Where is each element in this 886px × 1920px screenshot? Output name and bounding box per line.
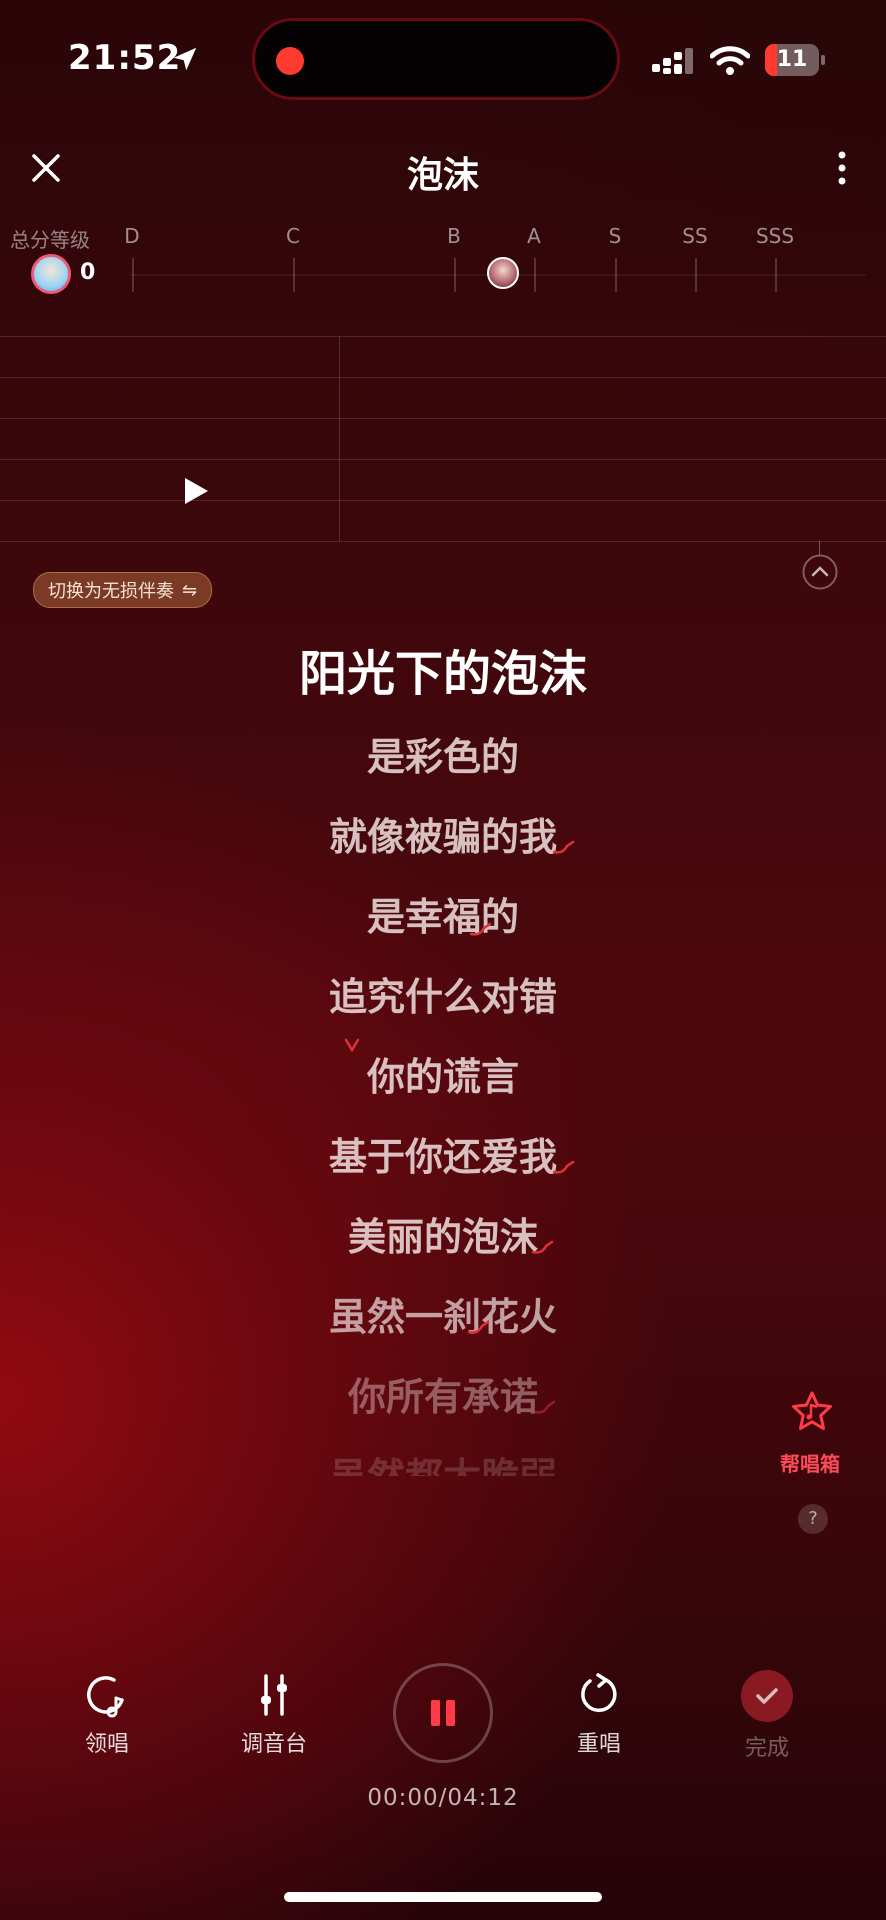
mixer-button[interactable]: 调音台 xyxy=(214,1672,334,1758)
home-indicator[interactable] xyxy=(284,1892,602,1902)
mixer-sliders-icon xyxy=(261,1674,287,1716)
mixer-label: 调音台 xyxy=(240,1732,307,1757)
pitch-staff-line xyxy=(0,500,886,501)
help-box-label[interactable]: 帮唱箱 xyxy=(780,1448,840,1477)
grade-d: D xyxy=(124,224,140,248)
restart-button[interactable]: 重唱 xyxy=(539,1672,659,1758)
grade-sss: SSS xyxy=(755,224,795,248)
done-button[interactable]: 完成 xyxy=(707,1670,827,1762)
grade-c: C xyxy=(286,224,300,248)
more-options-icon[interactable] xyxy=(836,150,848,186)
lyric-line: 基于你还爱我 xyxy=(328,1135,557,1179)
grade-b: B xyxy=(447,224,461,248)
pitch-mark-icon xyxy=(468,1320,490,1334)
cellular-signal-icon xyxy=(652,48,693,74)
collapse-up-icon[interactable] xyxy=(802,554,838,590)
done-label: 完成 xyxy=(744,1736,789,1761)
lyric-line: 美丽的泡沫 xyxy=(347,1215,538,1259)
lyric-line: 是幸福的 xyxy=(366,895,519,939)
lyric-line: 追究什么对错 xyxy=(328,975,557,1019)
user-avatar xyxy=(31,254,71,294)
grade-tick xyxy=(534,258,536,292)
recording-indicator xyxy=(276,47,304,75)
battery-indicator: 11 xyxy=(765,44,827,76)
grade-tick xyxy=(775,258,777,292)
grade-s: S xyxy=(608,224,622,248)
pause-icon xyxy=(431,1700,455,1726)
lead-vocal-button[interactable]: 领唱 xyxy=(47,1672,167,1758)
pitch-mark-icon xyxy=(470,922,492,936)
pitch-mark-icon xyxy=(532,1240,554,1254)
page-title: 泡沫 xyxy=(406,155,479,196)
grade-tick xyxy=(293,258,295,292)
pitch-staff-line xyxy=(0,377,886,378)
lyric-line: 虽然一刹花火 xyxy=(328,1295,557,1339)
pitch-mark-icon xyxy=(553,840,575,854)
status-time: 21:52 xyxy=(68,38,182,78)
chip-label: 切换为无损伴奏 xyxy=(48,581,174,602)
lyric-line: 虽然都太脆弱 xyxy=(0,1446,886,1476)
pitch-mark-icon xyxy=(344,1038,360,1052)
help-question-button[interactable]: ? xyxy=(798,1504,828,1534)
battery-level: 11 xyxy=(776,47,808,72)
grade-tick xyxy=(454,258,456,292)
lyric-line: 你的谎言 xyxy=(366,1055,519,1099)
dynamic-island xyxy=(252,18,620,100)
grade-tick xyxy=(132,258,134,292)
pause-button[interactable] xyxy=(393,1663,493,1763)
grade-ss: SS xyxy=(682,224,708,248)
lead-vocal-icon xyxy=(87,1676,124,1718)
restart-icon xyxy=(581,1673,617,1713)
location-arrow-icon xyxy=(173,47,197,71)
restart-label: 重唱 xyxy=(576,1732,621,1757)
pitch-staff-line xyxy=(0,336,886,337)
pitch-cursor-line xyxy=(339,336,340,541)
help-box-star-icon[interactable] xyxy=(790,1390,834,1434)
lyric-line: 你所有承诺 xyxy=(347,1375,538,1419)
grade-tick xyxy=(615,258,617,292)
grade-label: 总分等级 xyxy=(10,228,90,252)
pitch-staff-line xyxy=(0,459,886,460)
current-score: 0 xyxy=(80,260,96,285)
playback-timer: 00:00/04:12 xyxy=(367,1785,519,1811)
pitch-staff-line xyxy=(0,418,886,419)
lead-vocal-label: 领唱 xyxy=(84,1732,129,1757)
pitch-staff-line xyxy=(0,541,886,542)
lossless-accompaniment-toggle[interactable]: 切换为无损伴奏 ⇋ xyxy=(33,572,213,608)
lyric-line: 是彩色的 xyxy=(366,735,519,779)
play-icon[interactable] xyxy=(182,476,210,506)
rival-avatar xyxy=(487,257,519,289)
pitch-mark-icon xyxy=(534,1400,556,1414)
current-lyric-line: 阳光下的泡沫 xyxy=(298,646,587,702)
wifi-icon xyxy=(710,46,750,75)
pitch-mark-icon xyxy=(553,1160,575,1174)
lyric-line: 就像被骗的我 xyxy=(328,815,557,859)
done-check-icon xyxy=(741,1670,793,1722)
switch-icon: ⇋ xyxy=(182,579,198,601)
grade-tick xyxy=(695,258,697,292)
grade-a: A xyxy=(527,224,541,248)
collapse-stem xyxy=(819,541,820,555)
